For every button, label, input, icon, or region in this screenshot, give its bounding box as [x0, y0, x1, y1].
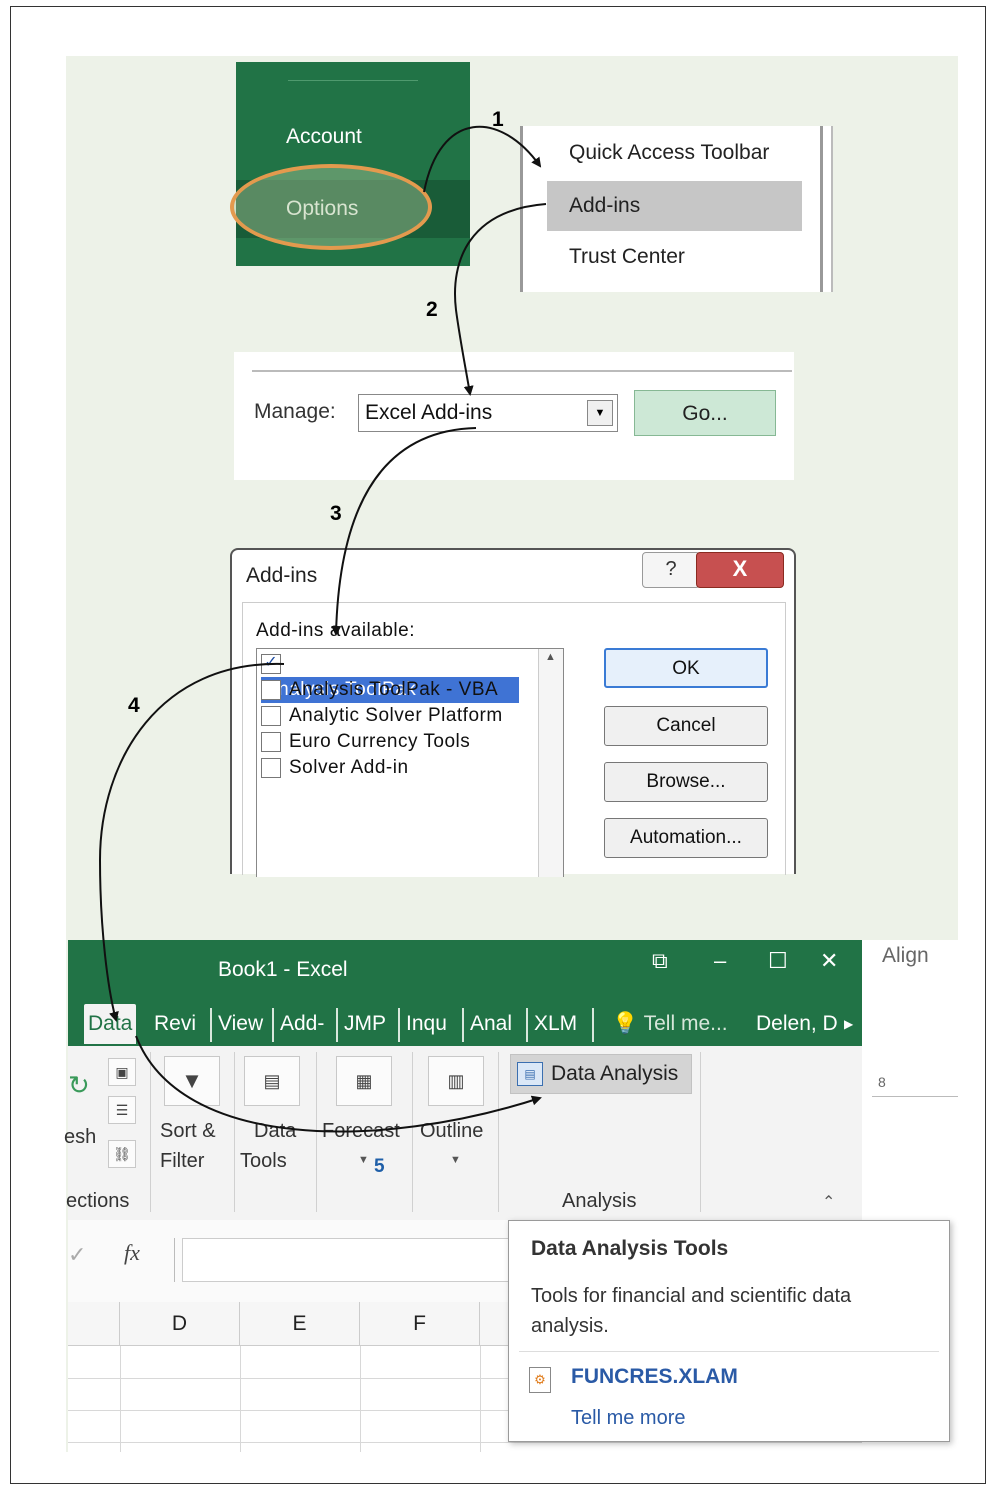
arrow-step-1 [423, 125, 542, 193]
step-arrows [98, 125, 547, 1133]
arrow-step-5 [135, 1035, 542, 1133]
arrow-step-3 [331, 427, 477, 636]
arrow-step-4 [98, 662, 285, 1022]
arrow-step-2 [454, 203, 547, 396]
